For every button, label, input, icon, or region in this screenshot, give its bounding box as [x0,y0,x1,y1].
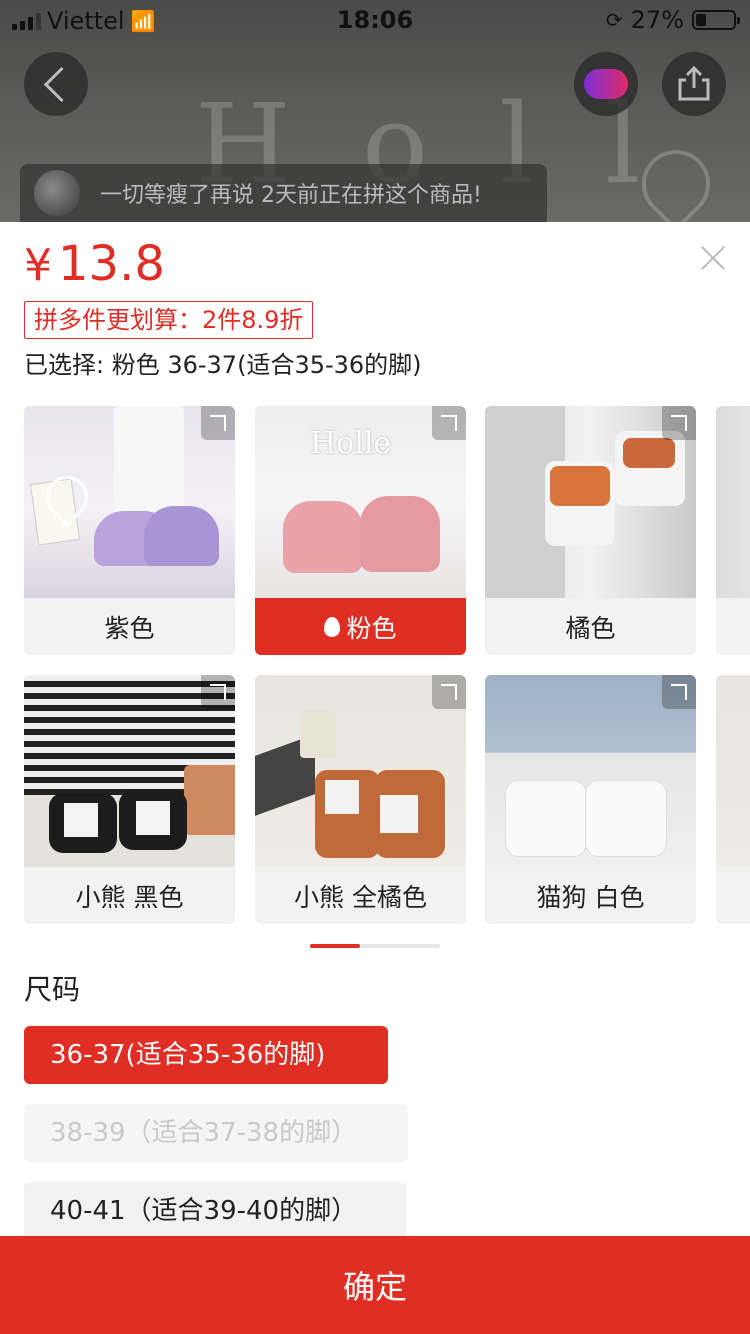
promo-badge: 拼多件更划算：2件8.9折 [24,301,314,339]
color-option-purple[interactable]: 紫色 [24,406,235,655]
size-option-38-39[interactable]: 38-39（适合37-38的脚） [24,1104,408,1162]
sku-selector-sheet: ¥13.8 拼多件更划算：2件8.9折 已选择: 粉色 36-37(适合35-3… [0,222,750,1334]
size-section-title: 尺码 [24,973,81,1006]
size-option-40-41[interactable]: 40-41（适合39-40的脚） [24,1182,406,1240]
selected-variant-text: 已选择: 粉色 36-37(适合35-36的脚) [24,351,422,379]
color-option-bear-orange[interactable]: 小熊 全橘色 [255,675,466,924]
product-thumbnail [716,406,750,598]
color-option-catdog-white[interactable]: 猫狗 白色 [485,675,696,924]
color-scroll-indicator [310,944,440,948]
share-button[interactable] [662,52,726,116]
scroll-indicator-active [310,944,360,948]
color-option-label [716,598,750,655]
expand-icon[interactable] [201,406,235,440]
color-option-label: 小熊 黑色 [24,867,235,924]
color-option-label: 粉色 [255,598,466,655]
price-value: 13.8 [58,236,165,292]
status-bar: Viettel 📶 18:06 ⟳ 27% [0,0,750,40]
rotation-lock-icon: ⟳ [605,8,623,32]
status-right: ⟳ 27% [605,6,740,34]
battery-icon [692,10,740,30]
avatar [34,170,80,216]
expand-icon[interactable] [201,675,235,709]
color-option-label-text: 粉色 [346,613,397,643]
color-option-label [716,867,750,924]
expand-icon[interactable] [662,675,696,709]
confirm-button[interactable]: 确定 [0,1236,750,1334]
color-option-label: 猫狗 白色 [485,867,696,924]
group-buy-notice: 一切等瘦了再说 2天前正在拼这个商品! [20,164,547,222]
share-icon [678,66,710,101]
currency-symbol: ¥ [24,240,52,291]
battery-percent: 27% [630,6,684,34]
size-option-36-37[interactable]: 36-37(适合35-36的脚) [24,1026,388,1084]
close-icon[interactable] [697,242,729,274]
expand-icon[interactable] [432,675,466,709]
expand-icon[interactable] [432,406,466,440]
favorite-button[interactable] [574,52,638,116]
price: ¥13.8 [24,236,165,294]
notice-text: 一切等瘦了再说 2天前正在拼这个商品! [100,183,482,208]
fire-icon [324,616,341,637]
color-option-label: 紫色 [24,598,235,655]
color-options: 紫色 Holle 粉色 橘色 小熊 黑色 小熊 全橘色 猫狗 白色 [0,406,750,926]
color-option-label: 小熊 全橘色 [255,867,466,924]
product-thumbnail [716,675,750,867]
color-option-bear-black[interactable]: 小熊 黑色 [24,675,235,924]
back-button[interactable] [24,52,88,116]
color-option-label: 橘色 [485,598,696,655]
expand-icon[interactable] [662,406,696,440]
app-logo-icon [584,69,628,99]
battery-level [696,14,706,26]
chevron-left-icon [43,66,79,102]
color-option-more-1[interactable] [716,406,750,655]
color-option-orange[interactable]: 橘色 [485,406,696,655]
color-option-more-2[interactable] [716,675,750,924]
color-option-pink[interactable]: Holle 粉色 [255,406,466,655]
